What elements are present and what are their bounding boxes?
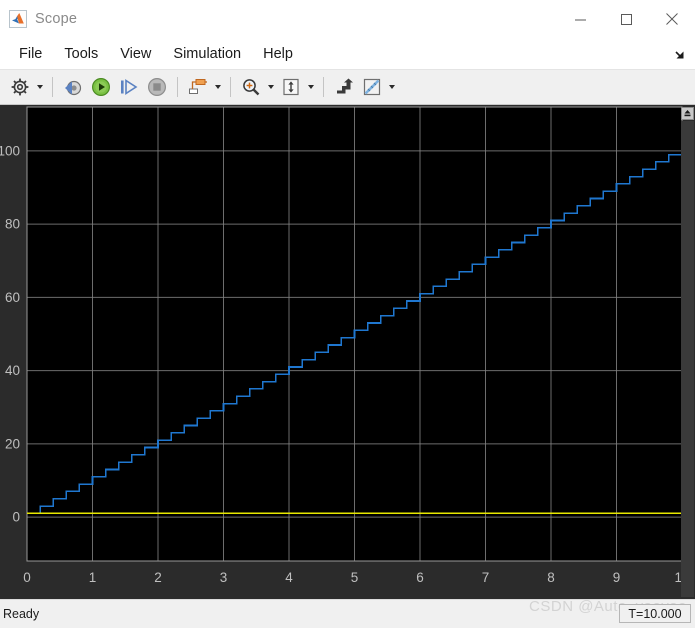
- svg-text:0: 0: [23, 570, 31, 585]
- menu-bar: File Tools View Simulation Help: [0, 39, 695, 70]
- svg-text:3: 3: [220, 570, 228, 585]
- status-bar: Ready CSDN @Auto_yaoyao T=10.000: [0, 599, 695, 628]
- toolbar: [0, 70, 695, 105]
- title-bar: Scope: [0, 0, 695, 39]
- scope-vertical-scrollbar[interactable]: [681, 121, 694, 597]
- svg-text:0: 0: [12, 510, 20, 525]
- svg-text:1: 1: [89, 570, 97, 585]
- menu-item-tools[interactable]: Tools: [53, 44, 109, 65]
- matlab-logo-icon: [9, 10, 27, 28]
- menu-item-simulation[interactable]: Simulation: [162, 44, 252, 65]
- step-forward-icon[interactable]: [116, 74, 142, 100]
- scope-scroll-up-button[interactable]: [681, 107, 694, 120]
- signal-plot: 020406080100012345678910: [0, 105, 695, 599]
- highlight-signal-icon[interactable]: [331, 74, 357, 100]
- zoom-in-icon[interactable]: [238, 74, 264, 100]
- toolbar-separator: [177, 77, 178, 97]
- menu-item-file[interactable]: File: [8, 44, 53, 65]
- status-text: Ready: [3, 607, 39, 621]
- gear-dropdown-arrow-icon[interactable]: [34, 74, 46, 100]
- toolbar-separator: [230, 77, 231, 97]
- menu-item-help[interactable]: Help: [252, 44, 304, 65]
- svg-text:100: 100: [0, 143, 20, 158]
- layout-dropdown-arrow-icon[interactable]: [212, 74, 224, 100]
- svg-text:9: 9: [613, 570, 621, 585]
- close-icon[interactable]: [649, 0, 695, 38]
- svg-text:5: 5: [351, 570, 359, 585]
- svg-text:80: 80: [5, 217, 20, 232]
- toolbar-separator: [323, 77, 324, 97]
- svg-text:20: 20: [5, 436, 20, 451]
- svg-text:4: 4: [285, 570, 293, 585]
- svg-text:40: 40: [5, 363, 20, 378]
- window-title: Scope: [35, 11, 77, 27]
- ruler-dropdown-arrow-icon[interactable]: [386, 74, 398, 100]
- undock-arrow-icon[interactable]: [671, 47, 687, 63]
- scope-plot-area[interactable]: 020406080100012345678910: [0, 105, 695, 599]
- svg-text:8: 8: [547, 570, 555, 585]
- stop-icon[interactable]: [144, 74, 170, 100]
- svg-text:60: 60: [5, 290, 20, 305]
- toolbar-separator: [52, 77, 53, 97]
- svg-text:2: 2: [154, 570, 162, 585]
- minimize-icon[interactable]: [557, 0, 603, 38]
- autoscale-dropdown-arrow-icon[interactable]: [305, 74, 317, 100]
- zoom-dropdown-arrow-icon[interactable]: [265, 74, 277, 100]
- svg-text:7: 7: [482, 570, 490, 585]
- window-controls: [557, 0, 695, 38]
- svg-text:6: 6: [416, 570, 424, 585]
- layout-icon[interactable]: [185, 74, 211, 100]
- menu-item-view[interactable]: View: [109, 44, 162, 65]
- ruler-icon[interactable]: [359, 74, 385, 100]
- simulation-time-field: T=10.000: [619, 604, 691, 623]
- gear-icon[interactable]: [7, 74, 33, 100]
- maximize-icon[interactable]: [603, 0, 649, 38]
- rewind-icon[interactable]: [60, 74, 86, 100]
- autoscale-icon[interactable]: [278, 74, 304, 100]
- play-icon[interactable]: [88, 74, 114, 100]
- scope-window: Scope File Tools View Simulation Help: [0, 0, 695, 628]
